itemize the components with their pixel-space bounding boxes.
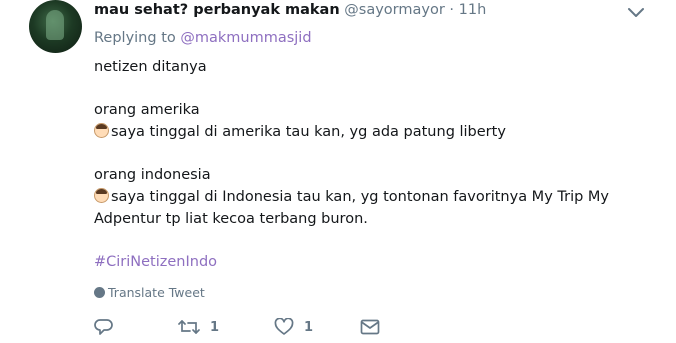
retweet-count: 1 [210, 319, 220, 335]
man-face-emoji [94, 188, 109, 203]
text-line: netizen ditanya [94, 59, 207, 75]
replying-to-link[interactable]: @makmummasjid [180, 30, 311, 46]
translate-tweet[interactable]: Translate Tweet [94, 285, 205, 300]
reply-icon [94, 319, 113, 335]
retweet-button[interactable]: 1 [178, 318, 219, 336]
tweet-actions: 1 1 [94, 318, 414, 338]
text-line: orang indonesia [94, 167, 211, 183]
globe-icon [94, 287, 105, 298]
text-line: Adpentur tp liat kecoa terbang buron. [94, 211, 368, 227]
tweet: mau sehat? perbanyak makan @sayormayor ·… [0, 0, 676, 343]
text-line: saya tinggal di Indonesia tau kan, yg to… [111, 189, 610, 205]
tweet-header: mau sehat? perbanyak makan @sayormayor ·… [94, 2, 486, 18]
author-handle[interactable]: @sayormayor [344, 2, 445, 18]
tweet-time[interactable]: 11h [459, 2, 487, 18]
direct-message-button[interactable] [360, 318, 380, 336]
text-line: orang amerika [94, 102, 200, 118]
translate-label[interactable]: Translate Tweet [108, 285, 205, 300]
author-name[interactable]: mau sehat? perbanyak makan [94, 2, 340, 18]
retweet-icon [178, 320, 200, 334]
replying-to-label: Replying to [94, 30, 176, 46]
like-count: 1 [304, 319, 314, 335]
chevron-down-icon[interactable] [627, 6, 645, 18]
avatar[interactable] [29, 0, 82, 53]
man-face-emoji [94, 123, 109, 138]
hashtag-link[interactable]: #CiriNetizenIndo [94, 254, 217, 270]
text-line: saya tinggal di amerika tau kan, yg ada … [111, 124, 506, 140]
replying-to: Replying to @makmummasjid [94, 30, 312, 46]
like-button[interactable]: 1 [274, 318, 313, 336]
separator-dot: · [449, 2, 455, 18]
reply-button[interactable] [94, 318, 114, 336]
tweet-text: netizen ditanya orang amerika saya tingg… [94, 56, 609, 273]
envelope-icon [360, 319, 380, 335]
heart-icon [274, 318, 294, 335]
